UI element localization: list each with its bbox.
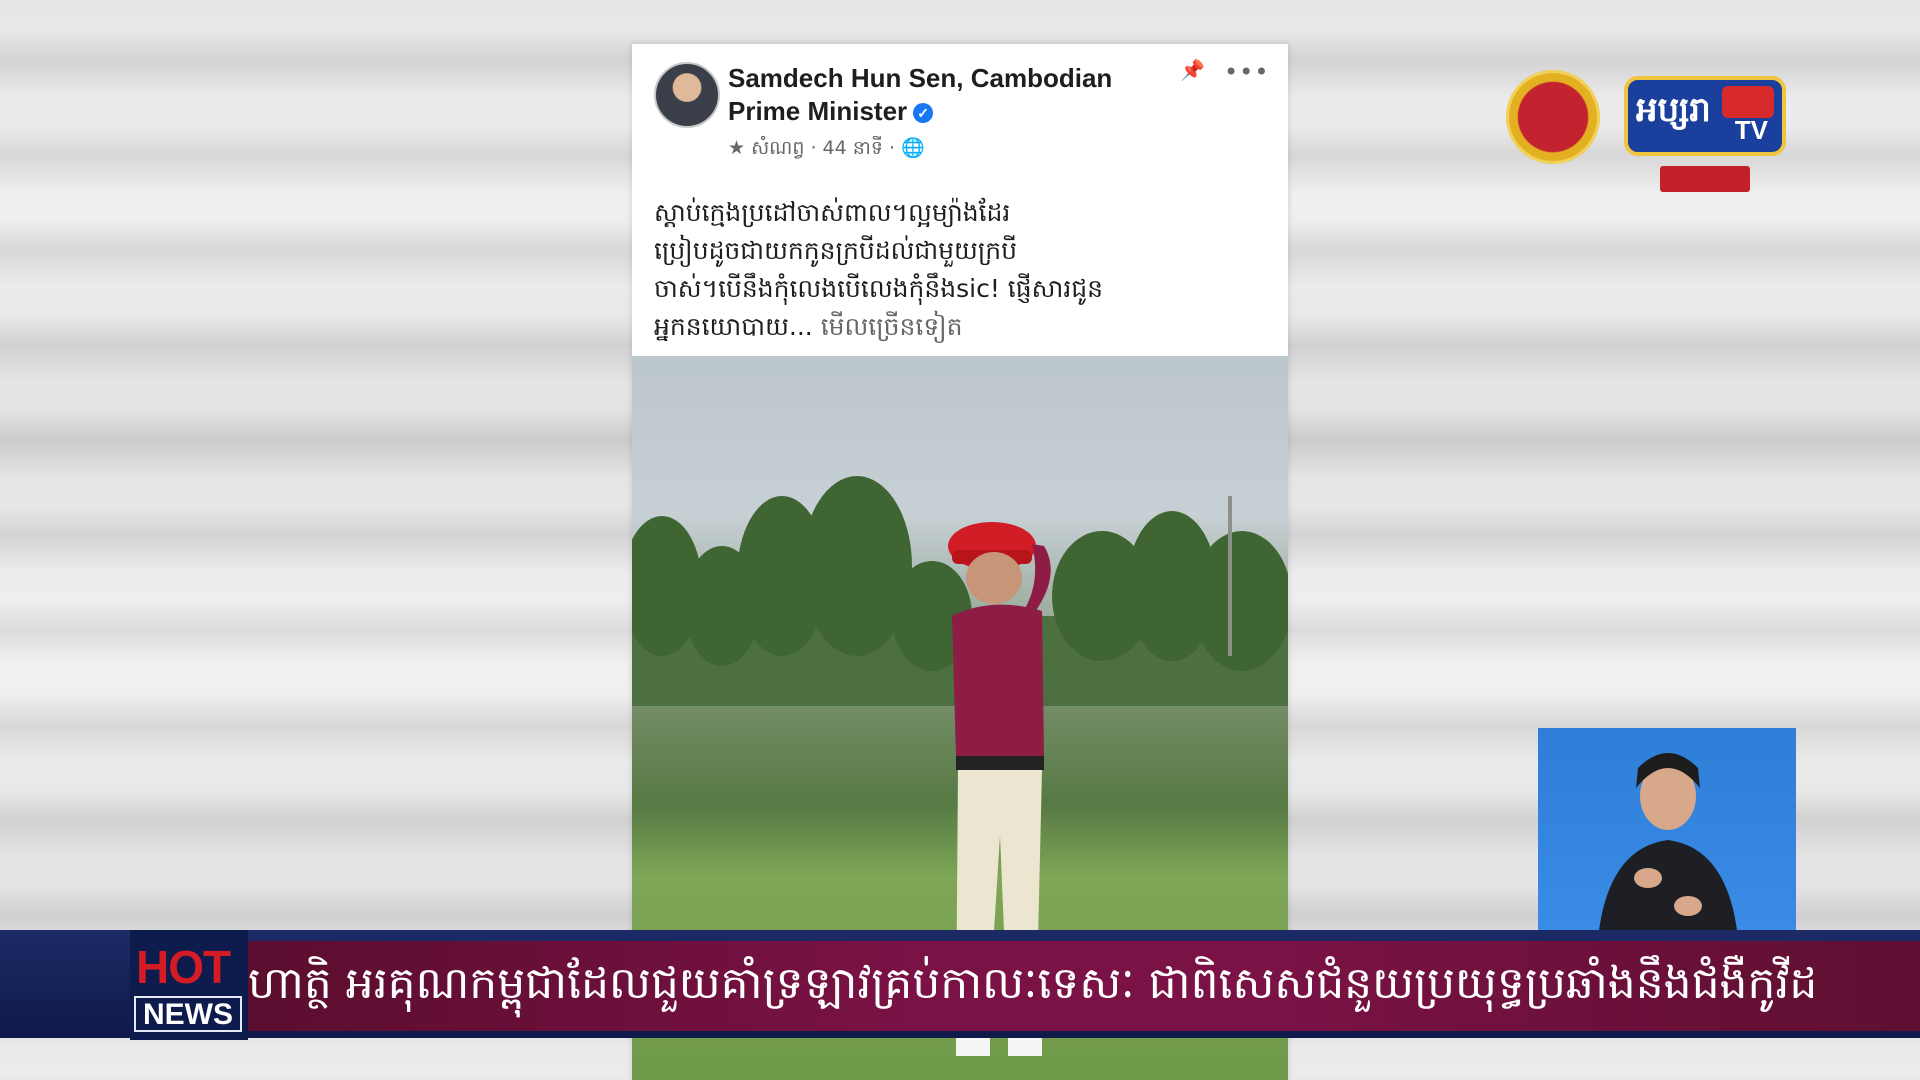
author-name[interactable]: Samdech Hun Sen, Cambodian Prime Ministe…	[728, 62, 1148, 128]
ticker-headline: ហាត្ថិ អរគុណកម្ពុជាដែលជួយគាំទ្រឡាវគ្រប់ក…	[248, 958, 1818, 1009]
channel-emblem-logo	[1506, 70, 1600, 164]
author-name-line2: Prime Minister	[728, 96, 908, 126]
channel-logo-text: អប្សរា	[1636, 90, 1711, 130]
verified-badge-icon: ✓	[913, 103, 934, 123]
news-label: NEWS	[134, 996, 242, 1032]
ticker-strip: ហាត្ថិ អរគុណកម្ពុជាដែលជួយគាំទ្រឡាវគ្រប់ក…	[248, 941, 1920, 1031]
facebook-post-card: Samdech Hun Sen, Cambodian Prime Ministe…	[632, 44, 1288, 1080]
apsara-tv-logo: អប្សរា TV	[1624, 76, 1786, 156]
post-text-line: ស្តាប់ក្មេងប្រដៅចាស់ពាល។ល្អម្យ៉ាងដែរ	[654, 198, 1011, 227]
live-badge	[1660, 166, 1750, 192]
more-options-icon[interactable]: •••	[1224, 58, 1269, 86]
sign-language-interpreter	[1538, 728, 1796, 938]
pin-icon: 📌	[1180, 58, 1205, 82]
hot-label: HOT	[136, 941, 231, 993]
channel-logo-tv: TV	[1734, 115, 1768, 145]
author-avatar[interactable]	[654, 62, 720, 128]
post-text-line: ចាស់។បើនឹងកុំលេងបើលេងកុំនឹងsic! ផ្ញើសារជ…	[654, 274, 1104, 303]
interpreter-figure	[1598, 753, 1738, 938]
channel-number-badge	[1722, 86, 1774, 118]
post-meta: ★ សំណព្វ · 44 នាទី · 🌐	[728, 137, 925, 159]
hot-news-badge: HOT NEWS	[130, 930, 248, 1040]
see-more-link[interactable]: មើលច្រើនទៀត	[821, 312, 963, 341]
post-text: ស្តាប់ក្មេងប្រដៅចាស់ពាល។ល្អម្យ៉ាងដែរ ប្រ…	[654, 194, 1174, 346]
post-text-line: ប្រៀបដូចជាយកកូនក្របីដល់ជាមួយក្របី	[654, 236, 1018, 265]
author-name-line1: Samdech Hun Sen, Cambodian	[728, 63, 1113, 93]
post-header: Samdech Hun Sen, Cambodian Prime Ministe…	[632, 44, 1288, 164]
post-text-line: អ្នកនយោបាយ...	[654, 312, 813, 341]
